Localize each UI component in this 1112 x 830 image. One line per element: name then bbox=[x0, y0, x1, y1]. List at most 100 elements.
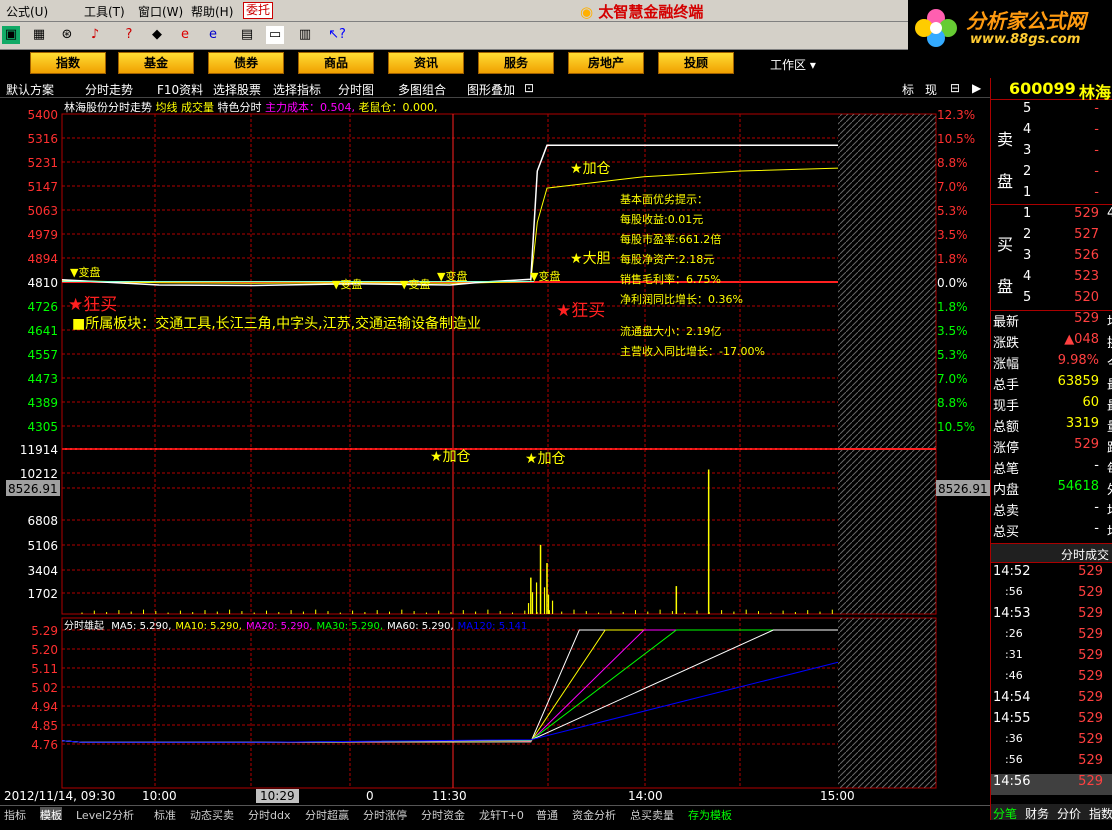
entrust-button[interactable]: 委托 bbox=[243, 2, 273, 19]
nav-fund-button[interactable]: 基金 bbox=[118, 52, 194, 74]
time-label: 14:00 bbox=[628, 789, 663, 803]
quote-icon[interactable]: ▣ bbox=[2, 26, 20, 44]
blue-e-icon[interactable]: e bbox=[204, 26, 222, 44]
cursor-value-label: 8526.91 bbox=[8, 482, 58, 496]
quote-value: - bbox=[1094, 500, 1099, 515]
change-marker: ▼变盘 bbox=[530, 270, 561, 283]
nav-index-button[interactable]: 指数 bbox=[30, 52, 106, 74]
tick-row[interactable]: :56 529 bbox=[991, 585, 1112, 606]
clipboard-icon[interactable]: ▤ bbox=[238, 26, 256, 44]
nav-advisor-button[interactable]: 投顾 bbox=[658, 52, 734, 74]
menu-item-window[interactable]: 窗口(W) bbox=[138, 3, 183, 20]
quote-row: 总手 63859 最 bbox=[991, 374, 1112, 395]
add-position-marker: ★加仓 bbox=[570, 161, 611, 177]
quote-label: 涨跌 bbox=[993, 336, 1020, 351]
status-bar bbox=[0, 820, 1112, 830]
play-icon[interactable]: ▶ bbox=[972, 81, 981, 95]
tick-time: :56 bbox=[1005, 585, 1023, 598]
intraday-chart[interactable]: 5400 12.3% 5316 10.5% 5231 8.8% 5147 7.0% 5063 5.… bbox=[0, 98, 990, 805]
tick-price: 529 bbox=[1078, 753, 1103, 768]
nav-service-button[interactable]: 服务 bbox=[478, 52, 554, 74]
percent-tick-label: 3.5% bbox=[937, 324, 968, 338]
ma-value-label: MA5: 5.290, bbox=[111, 621, 172, 632]
quote-extra: 跌 bbox=[1107, 437, 1112, 456]
fundamentals-title: 基本面优劣提示： bbox=[620, 193, 708, 206]
current-button[interactable]: 现 bbox=[925, 81, 937, 98]
time-axis: 2012/11/14, 09:30 10:00 10:29 0 11:30 14… bbox=[0, 789, 990, 805]
level-price: - bbox=[1094, 101, 1099, 116]
binoculars-icon[interactable]: ⊛ bbox=[58, 26, 76, 44]
price-tick-label: 4894 bbox=[27, 252, 58, 266]
chart-title: 林海股份分时走势 bbox=[64, 101, 152, 114]
tick-row[interactable]: 14:55 529 bbox=[991, 711, 1112, 732]
nav-commodity-button[interactable]: 商品 bbox=[298, 52, 374, 74]
alarm-icon[interactable]: ♪ bbox=[86, 26, 104, 44]
price-tick-label: 5231 bbox=[27, 156, 58, 170]
percent-tick-label: 1.8% bbox=[937, 252, 968, 266]
quote-row: 总额 3319 量 bbox=[991, 416, 1112, 437]
fundamentals-margin: 销售毛利率：6.75% bbox=[620, 273, 721, 286]
app-title: ◉ 太智慧金融终端 bbox=[580, 1, 703, 22]
window-icon[interactable]: ▭ bbox=[266, 26, 284, 44]
percent-tick-label: 1.8% bbox=[937, 300, 968, 314]
tick-row[interactable]: 14:52 529 bbox=[991, 564, 1112, 585]
tick-row[interactable]: 14:53 529 bbox=[991, 606, 1112, 627]
quote-extra: 外 bbox=[1107, 479, 1112, 498]
quote-extra: 最 bbox=[1107, 374, 1112, 393]
multi-chart-button[interactable]: 多图组合 bbox=[398, 81, 446, 98]
dropdown-icon: ▾ bbox=[809, 58, 816, 72]
tick-row[interactable]: :46 529 bbox=[991, 669, 1112, 690]
question-book-icon[interactable]: ? bbox=[120, 26, 138, 44]
menu-item-tools[interactable]: 工具(T) bbox=[84, 3, 125, 20]
tick-time: 14:52 bbox=[993, 564, 1031, 579]
grid-icon[interactable]: ▦ bbox=[30, 26, 48, 44]
tick-price: 529 bbox=[1078, 627, 1103, 642]
lock-icon[interactable]: ⊡ bbox=[524, 81, 534, 95]
diamond-icon[interactable]: ◆ bbox=[148, 26, 166, 44]
default-scheme-button[interactable]: 默认方案 bbox=[6, 81, 54, 98]
toolbar: ▣ ▦ ⊛ ♪ ? ◆ e e ▤ ▭ ▥ ↖? bbox=[0, 22, 908, 50]
f10-button[interactable]: F10资料 bbox=[157, 81, 203, 98]
help-pointer-icon[interactable]: ↖? bbox=[328, 26, 346, 44]
percent-tick-label: 10.5% bbox=[937, 132, 975, 146]
quote-label: 涨幅 bbox=[993, 357, 1020, 372]
level-price: - bbox=[1094, 185, 1099, 200]
tick-row[interactable]: :36 529 bbox=[991, 732, 1112, 753]
tick-row[interactable]: :26 529 bbox=[991, 627, 1112, 648]
nav-bond-button[interactable]: 债券 bbox=[208, 52, 284, 74]
workarea-label: 工作区 bbox=[770, 58, 807, 72]
nav-realestate-button[interactable]: 房地产 bbox=[568, 52, 644, 74]
fundamentals-nav: 每股净资产:2.18元 bbox=[620, 253, 715, 266]
mark-button[interactable]: 标 bbox=[902, 81, 914, 98]
tick-row[interactable]: 14:56 529 bbox=[991, 774, 1112, 795]
menu-item-formula[interactable]: 公式(U) bbox=[6, 3, 48, 20]
ticks-list[interactable]: 14:52 529:56 529 14:53 529:26 529:31 529:46 529… bbox=[991, 564, 1112, 796]
menu-item-help[interactable]: 帮助(H) bbox=[191, 3, 233, 20]
intraday-button[interactable]: 分时走势 bbox=[85, 81, 133, 98]
quote-extra: 均 bbox=[1107, 500, 1112, 519]
tick-row[interactable]: :56 529 bbox=[991, 753, 1112, 774]
ma-value-label: MA120: 5.141 bbox=[457, 621, 528, 632]
nav-news-button[interactable]: 资讯 bbox=[388, 52, 464, 74]
overlay-button[interactable]: 图形叠加 bbox=[467, 81, 515, 98]
price-tick-label: 4641 bbox=[27, 324, 58, 338]
time-label: 10:00 bbox=[142, 789, 177, 803]
tick-price: 529 bbox=[1078, 711, 1103, 726]
change-marker: ▼变盘 bbox=[437, 270, 468, 283]
fundamentals-pe: 每股市盈率:661.2倍 bbox=[620, 233, 722, 246]
workarea-dropdown[interactable]: 工作区 ▾ bbox=[770, 56, 816, 73]
minimize-icon[interactable]: ⊟ bbox=[950, 81, 960, 95]
select-stock-button[interactable]: 选择股票 bbox=[213, 81, 261, 98]
tick-row[interactable]: 14:54 529 bbox=[991, 690, 1112, 711]
bar-chart-icon[interactable]: ▥ bbox=[296, 26, 314, 44]
tick-row[interactable]: :31 529 bbox=[991, 648, 1112, 669]
quote-value: 3319 bbox=[1065, 416, 1099, 431]
red-e-icon[interactable]: e bbox=[176, 26, 194, 44]
ma-value-label: MA30: 5.290, bbox=[316, 621, 384, 632]
add-position-marker: ★加仓 bbox=[430, 449, 471, 465]
indicator-tick-label: 5.20 bbox=[31, 643, 58, 657]
select-indicator-button[interactable]: 选择指标 bbox=[273, 81, 321, 98]
indicator-tick-label: 5.29 bbox=[31, 624, 58, 638]
stock-header: 600099 林海 bbox=[991, 78, 1112, 102]
intraday-chart-button[interactable]: 分时图 bbox=[338, 81, 374, 98]
